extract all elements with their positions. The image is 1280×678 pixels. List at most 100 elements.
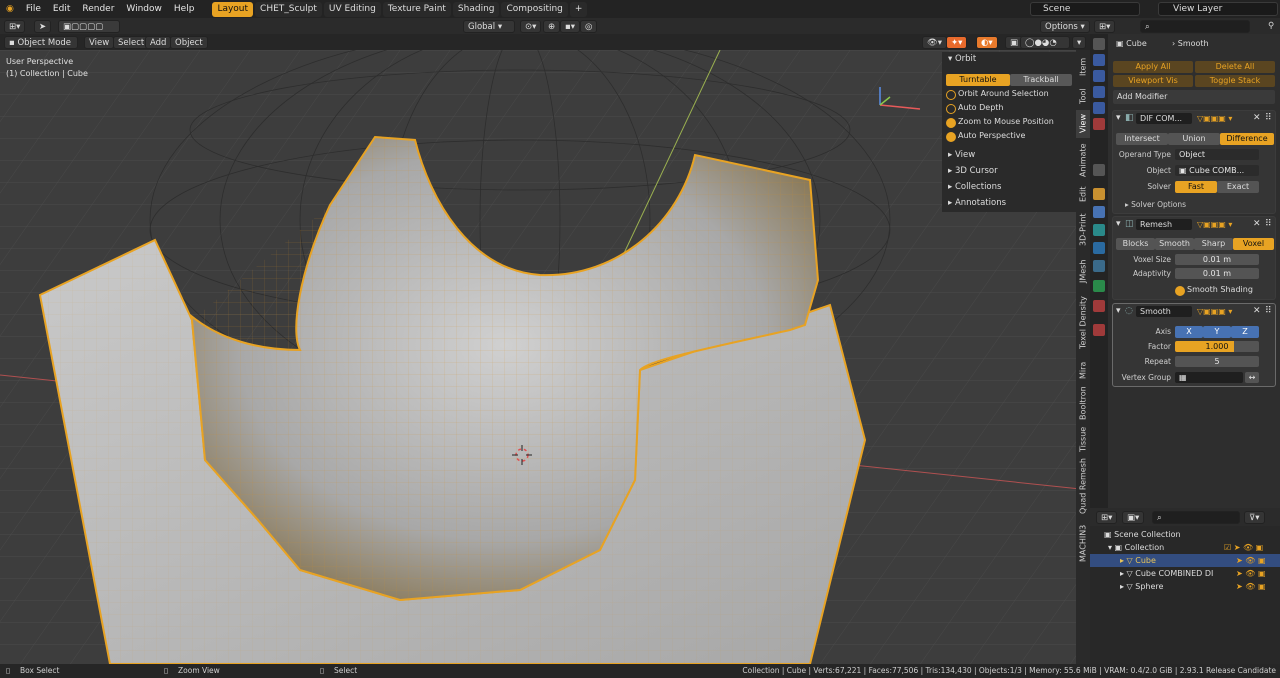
solver-fast-button[interactable]: Fast	[1175, 181, 1217, 193]
orbit-section-header[interactable]: ▾ Orbit	[948, 54, 976, 64]
tab-mira[interactable]: Mira	[1076, 358, 1090, 382]
shading-options-dropdown[interactable]: ▾	[1072, 36, 1087, 49]
tab-tissue[interactable]: Tissue	[1076, 424, 1090, 454]
menu-file[interactable]: File	[20, 0, 47, 18]
factor-slider[interactable]: 1.000	[1175, 341, 1259, 352]
mode-dropdown[interactable]: ▪ Object Mode ▾	[4, 36, 78, 60]
tab-texture-paint[interactable]: Texture Paint	[382, 1, 451, 17]
tab-texel-density[interactable]: Texel Density	[1076, 290, 1090, 356]
outliner-row-collection[interactable]: ▾ ▣ Collection ☑ ➤ 👁 ▣	[1090, 541, 1280, 554]
collapse-icon[interactable]: ▾	[1116, 219, 1121, 229]
add-workspace-button[interactable]: +	[569, 1, 588, 17]
menu-add[interactable]: Add	[145, 36, 172, 49]
menu-help[interactable]: Help	[168, 0, 201, 18]
menu-window[interactable]: Window	[120, 0, 168, 18]
solver-options-toggle[interactable]: ▸ Solver Options	[1125, 200, 1186, 209]
tab-jmesh[interactable]: JMesh	[1076, 254, 1090, 288]
tab-shading[interactable]: Shading	[452, 1, 500, 17]
remesh-modifier-header[interactable]: ▾ ◫ Remesh ▽▣▣▣ ▾ ✕ ⠿	[1113, 217, 1275, 232]
properties-editor-type-button[interactable]: ⊞▾	[1094, 20, 1116, 33]
drag-handle-icon[interactable]: ⠿	[1265, 219, 1272, 229]
material-tab-icon[interactable]	[1093, 300, 1105, 312]
tab-item[interactable]: Item	[1076, 52, 1090, 82]
view-layer-tab-icon[interactable]	[1093, 86, 1105, 98]
orbit-around-selection-checkbox[interactable]: Orbit Around Selection	[946, 88, 1096, 100]
world-tab-icon[interactable]	[1093, 118, 1105, 130]
blender-logo-icon[interactable]: ◉	[0, 0, 20, 18]
axis-x-toggle[interactable]: X	[1175, 326, 1203, 338]
display-mode-button[interactable]: ▣▾	[1122, 511, 1145, 524]
physics-tab-icon[interactable]	[1093, 242, 1105, 254]
collection-tab-icon[interactable]	[1093, 164, 1105, 176]
modifier-visibility-icons[interactable]: ▽▣▣▣ ▾	[1197, 220, 1232, 229]
shading-modes[interactable]: ◯●◕◔	[1020, 36, 1070, 49]
options-button[interactable]: Options ▾	[1040, 20, 1090, 33]
view-layer-selector[interactable]: View Layer	[1158, 2, 1278, 16]
select-tool-button[interactable]: ➤	[34, 20, 52, 33]
snap-dropdown[interactable]: ▪▾	[560, 20, 581, 33]
data-tab-icon[interactable]	[1093, 280, 1105, 292]
apply-all-button[interactable]: Apply All	[1113, 61, 1193, 73]
tab-layout[interactable]: Layout	[212, 1, 254, 17]
tab-uv-editing[interactable]: UV Editing	[323, 1, 381, 17]
menu-edit[interactable]: Edit	[47, 0, 76, 18]
outliner-row-scene-collection[interactable]: ▣ Scene Collection	[1090, 528, 1280, 541]
tab-tool[interactable]: Tool	[1076, 84, 1090, 108]
tab-machin3[interactable]: MACHIN3	[1076, 518, 1090, 568]
drag-handle-icon[interactable]: ⠿	[1265, 113, 1272, 123]
annotations-section-header[interactable]: ▸ Annotations	[948, 198, 1006, 208]
toggle-stack-button[interactable]: Toggle Stack	[1195, 75, 1275, 87]
tab-3d-print[interactable]: 3D-Print	[1076, 208, 1090, 252]
editor-type-button[interactable]: ⊞▾	[4, 20, 26, 33]
view-section-header[interactable]: ▸ View	[948, 150, 975, 160]
snap-toggle[interactable]: ⊕	[543, 20, 561, 33]
remesh-modifier-name[interactable]: Remesh	[1136, 219, 1192, 230]
outliner-row-cube-combined[interactable]: ▸ ▽ Cube COMBINED DI ➤ 👁 ▣	[1090, 567, 1280, 580]
overlay-toggle[interactable]: ◐▾	[976, 36, 998, 49]
remove-modifier-icon[interactable]: ✕	[1253, 219, 1261, 229]
modifier-tab-icon[interactable]	[1093, 206, 1105, 218]
scene-selector[interactable]: Scene	[1030, 2, 1140, 16]
menu-view[interactable]: View	[84, 36, 115, 49]
boolean-modifier-name[interactable]: DIF COM...	[1136, 113, 1192, 124]
viewport-scene[interactable]	[0, 50, 1090, 664]
collapse-icon[interactable]: ▾	[1116, 113, 1121, 123]
voxel-size-field[interactable]: 0.01 m	[1175, 254, 1259, 265]
add-modifier-dropdown[interactable]: Add Modifier	[1113, 90, 1275, 104]
sharp-button[interactable]: Sharp	[1194, 238, 1233, 250]
delete-all-button[interactable]: Delete All	[1195, 61, 1275, 73]
select-mode-buttons[interactable]: ▣▢▢▢▢	[58, 20, 120, 33]
auto-perspective-checkbox[interactable]: Auto Perspective	[946, 130, 1096, 142]
particles-tab-icon[interactable]	[1093, 224, 1105, 236]
blocks-button[interactable]: Blocks	[1116, 238, 1155, 250]
viewport-vis-button[interactable]: Viewport Vis	[1113, 75, 1193, 87]
boolean-modifier-header[interactable]: ▾ ◧ DIF COM... ▽▣▣▣ ▾ ✕ ⠿	[1113, 111, 1275, 126]
auto-depth-checkbox[interactable]: Auto Depth	[946, 102, 1096, 114]
transform-orientation-dropdown[interactable]: Global ▾	[463, 20, 515, 33]
scene-tab-icon[interactable]	[1093, 102, 1105, 114]
tab-view[interactable]: View	[1076, 110, 1090, 138]
invert-vertex-group-button[interactable]: ↔	[1245, 372, 1259, 383]
smooth-shading-checkbox[interactable]: Smooth Shading	[1175, 284, 1275, 296]
filter-button[interactable]: ⊽▾	[1244, 511, 1265, 524]
tool-tab-icon[interactable]	[1093, 38, 1105, 50]
object-field[interactable]: ▣ Cube COMB...	[1175, 165, 1259, 176]
axis-y-toggle[interactable]: Y	[1203, 326, 1231, 338]
visibility-dropdown[interactable]: 👁▾	[922, 36, 948, 49]
3d-viewport[interactable]	[0, 50, 1090, 664]
proportional-edit-toggle[interactable]: ◎	[580, 20, 598, 33]
outliner-search-field[interactable]: ⌕	[1152, 511, 1240, 524]
smooth-modifier-header[interactable]: ▾ ◌ Smooth ▽▣▣▣ ▾ ✕ ⠿	[1113, 304, 1275, 319]
operand-type-dropdown[interactable]: Object	[1175, 149, 1259, 160]
outliner-row-cube[interactable]: ▸ ▽ Cube ➤ 👁 ▣	[1090, 554, 1280, 567]
zoom-to-mouse-checkbox[interactable]: Zoom to Mouse Position	[946, 116, 1096, 128]
collections-section-header[interactable]: ▸ Collections	[948, 182, 1001, 192]
menu-select[interactable]: Select	[113, 36, 150, 49]
pin-icon[interactable]: ⚲	[1264, 20, 1278, 33]
modifier-visibility-icons[interactable]: ▽▣▣▣ ▾	[1197, 307, 1232, 316]
drag-handle-icon[interactable]: ⠿	[1265, 306, 1272, 316]
intersect-button[interactable]: Intersect	[1116, 133, 1168, 145]
smooth-mode-button[interactable]: Smooth	[1155, 238, 1194, 250]
pivot-dropdown[interactable]: ⊙▾	[520, 20, 542, 33]
object-tab-icon[interactable]	[1093, 188, 1105, 200]
